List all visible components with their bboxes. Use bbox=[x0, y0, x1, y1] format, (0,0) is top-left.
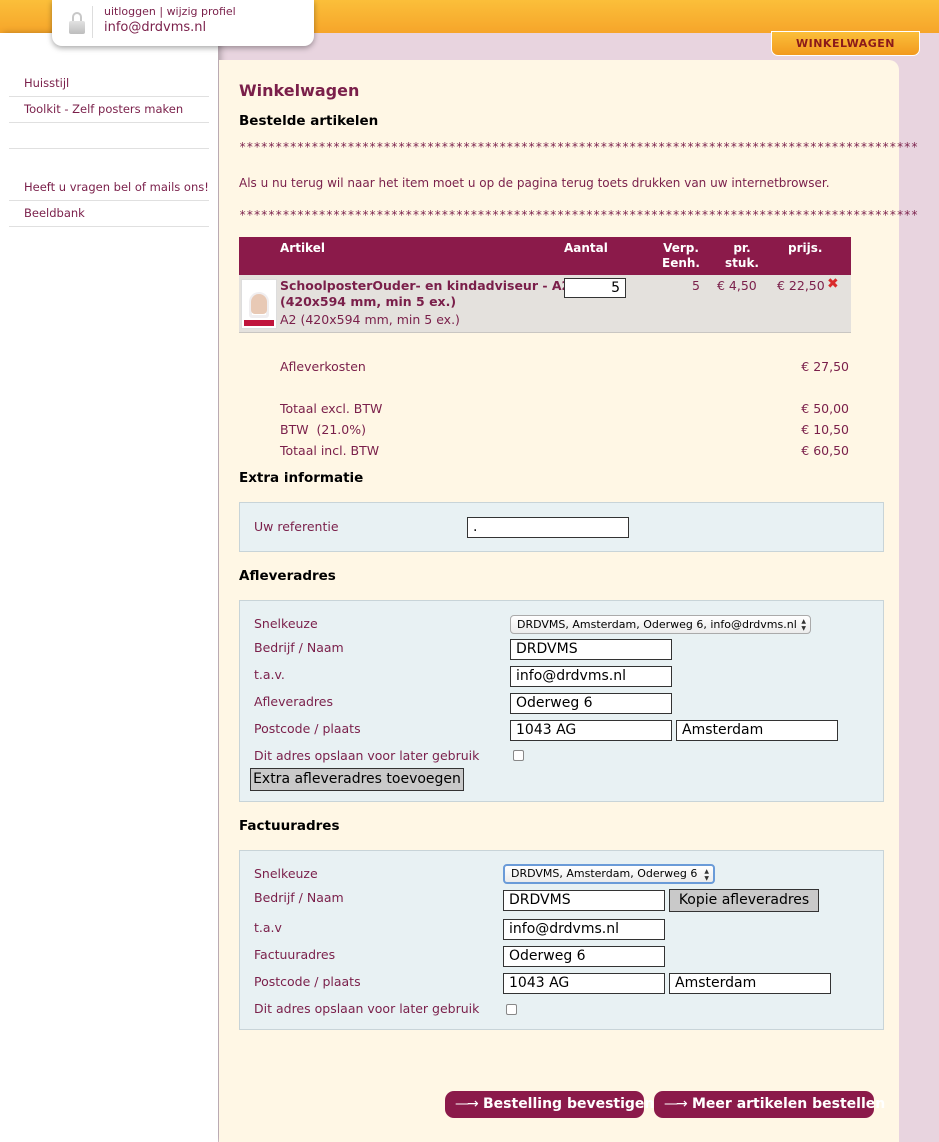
link-separator: | bbox=[159, 5, 164, 18]
billing-postcode-input[interactable]: 1043 AG bbox=[503, 973, 665, 994]
delivery-attn-input[interactable]: info@drdvms.nl bbox=[510, 666, 672, 687]
table-header: Artikel Aantal Verp. Eenh. pr. stuk. pri… bbox=[239, 237, 851, 275]
header-unit-line1: Verp. bbox=[663, 241, 699, 255]
add-delivery-address-button[interactable]: Extra afleveradres toevoegen bbox=[250, 768, 464, 791]
select-arrows-icon: ▲ ▼ bbox=[704, 868, 709, 882]
billing-city-input[interactable]: Amsterdam bbox=[669, 973, 831, 994]
delivery-save-checkbox[interactable] bbox=[513, 750, 524, 761]
header-quantity: Aantal bbox=[564, 241, 608, 255]
user-email: info@drdvms.nl bbox=[104, 20, 207, 35]
delivery-quick-label: Snelkeuze bbox=[254, 616, 318, 631]
total-excl-value: € 50,00 bbox=[801, 401, 849, 416]
delivery-city-input[interactable]: Amsterdam bbox=[676, 720, 838, 741]
total-incl-label: Totaal incl. BTW bbox=[280, 443, 380, 458]
remove-icon[interactable]: ✖ bbox=[827, 276, 839, 292]
header-unit: Verp. Eenh. bbox=[659, 241, 703, 271]
quantity-input[interactable]: 5 bbox=[564, 278, 626, 298]
billing-quick-value: DRDVMS, Amsterdam, Oderweg 6 bbox=[511, 867, 698, 880]
confirm-order-button[interactable]: —→ Bestelling bevestigen bbox=[445, 1091, 654, 1118]
back-note: Als u nu terug wil naar het item moet u … bbox=[239, 176, 830, 190]
billing-company-label: Bedrijf / Naam bbox=[254, 890, 344, 905]
confirm-order-label: Bestelling bevestigen bbox=[483, 1096, 655, 1112]
edit-profile-link[interactable]: wijzig profiel bbox=[167, 5, 236, 18]
delivery-company-input[interactable]: DRDVMS bbox=[510, 639, 672, 660]
delivery-address-label: Afleveradres bbox=[254, 694, 334, 709]
order-more-button[interactable]: —→ Meer artikelen bestellen bbox=[654, 1091, 885, 1118]
logout-link[interactable]: uitloggen bbox=[104, 5, 156, 18]
billing-save-label: Dit adres opslaan voor later gebruik bbox=[254, 1001, 480, 1016]
extra-info-box: Uw referentie . bbox=[239, 502, 884, 552]
vat-label: BTW (21.0%) bbox=[280, 422, 366, 437]
delivery-attn-label: t.a.v. bbox=[254, 667, 285, 682]
header-total: prijs. bbox=[788, 241, 823, 255]
total-excl-label: Totaal excl. BTW bbox=[280, 401, 383, 416]
reference-label: Uw referentie bbox=[254, 519, 339, 534]
header-article: Artikel bbox=[280, 241, 325, 255]
billing-quick-select[interactable]: DRDVMS, Amsterdam, Oderweg 6 ▲ ▼ bbox=[503, 864, 715, 884]
sidebar-item-huisstijl[interactable]: Huisstijl bbox=[9, 71, 209, 97]
delivery-address-input[interactable]: Oderweg 6 bbox=[510, 693, 672, 714]
billing-form: Snelkeuze DRDVMS, Amsterdam, Oderweg 6 ▲… bbox=[239, 850, 884, 1030]
billing-postcode-label: Postcode / plaats bbox=[254, 974, 361, 989]
stars-divider: ****************************************… bbox=[239, 208, 919, 222]
delivery-company-label: Bedrijf / Naam bbox=[254, 640, 344, 655]
header-price-line2: stuk. bbox=[725, 256, 759, 270]
price-total: € 22,50 bbox=[777, 278, 825, 293]
product-name[interactable]: SchoolposterOuder- en kindadviseur - A2 … bbox=[280, 278, 570, 310]
unit-value: 5 bbox=[692, 278, 700, 293]
product-name-line2: (420x594 mm, min 5 ex.) bbox=[280, 294, 457, 309]
copy-delivery-address-button[interactable]: Kopie afleveradres bbox=[669, 889, 819, 912]
billing-attn-label: t.a.v bbox=[254, 920, 282, 935]
delivery-postcode-input[interactable]: 1043 AG bbox=[510, 720, 672, 741]
stars-divider: ****************************************… bbox=[239, 140, 919, 154]
order-more-label: Meer artikelen bestellen bbox=[692, 1096, 886, 1112]
billing-save-checkbox[interactable] bbox=[506, 1004, 517, 1015]
header-price-line1: pr. bbox=[733, 241, 751, 255]
extra-info-heading: Extra informatie bbox=[239, 470, 364, 486]
lock-icon bbox=[69, 12, 85, 34]
sidebar-item-contact[interactable]: Heeft u vragen bel of mails ons! bbox=[9, 175, 209, 201]
right-margin bbox=[898, 33, 939, 1142]
delivery-save-label: Dit adres opslaan voor later gebruik bbox=[254, 748, 480, 763]
page-title: Winkelwagen bbox=[239, 81, 360, 100]
vat-value: € 10,50 bbox=[801, 422, 849, 437]
sidebar: Huisstijl Toolkit - Zelf posters maken H… bbox=[0, 33, 218, 1142]
delivery-postcode-label: Postcode / plaats bbox=[254, 721, 361, 736]
delivery-quick-value: DRDVMS, Amsterdam, Oderweg 6, info@drdvm… bbox=[517, 618, 797, 631]
billing-company-input[interactable]: DRDVMS bbox=[503, 890, 665, 911]
billing-attn-input[interactable]: info@drdvms.nl bbox=[503, 919, 665, 940]
delivery-quick-select[interactable]: DRDVMS, Amsterdam, Oderweg 6, info@drdvm… bbox=[510, 615, 811, 634]
reference-input[interactable]: . bbox=[467, 517, 629, 538]
billing-quick-label: Snelkeuze bbox=[254, 866, 318, 881]
sidebar-item-toolkit[interactable]: Toolkit - Zelf posters maken bbox=[9, 97, 209, 123]
billing-address-input[interactable]: Oderweg 6 bbox=[503, 946, 665, 967]
arrow-right-icon: —→ bbox=[455, 1096, 479, 1112]
sidebar-item-spacer bbox=[9, 123, 209, 149]
header-unit-line2: Eenh. bbox=[662, 256, 700, 270]
ordered-heading: Bestelde artikelen bbox=[239, 113, 379, 129]
delivery-cost-value: € 27,50 bbox=[801, 359, 849, 374]
select-arrows-icon: ▲ ▼ bbox=[801, 618, 806, 632]
billing-address-label: Factuuradres bbox=[254, 947, 336, 962]
delivery-heading: Afleveradres bbox=[239, 568, 336, 584]
price-each: € 4,50 bbox=[717, 278, 757, 293]
arrow-right-icon: —→ bbox=[664, 1096, 688, 1112]
account-links: uitloggen | wijzig profiel bbox=[104, 5, 236, 18]
product-subtitle: A2 (420x594 mm, min 5 ex.) bbox=[280, 312, 460, 327]
product-name-line1: SchoolposterOuder- en kindadviseur - A2 bbox=[280, 278, 571, 293]
divider bbox=[92, 6, 93, 38]
header-price-each: pr. stuk. bbox=[724, 241, 760, 271]
product-thumbnail[interactable] bbox=[241, 279, 277, 329]
delivery-cost-label: Afleverkosten bbox=[280, 359, 366, 374]
login-box: uitloggen | wijzig profiel info@drdvms.n… bbox=[52, 0, 314, 46]
delivery-form: Snelkeuze DRDVMS, Amsterdam, Oderweg 6, … bbox=[239, 600, 884, 802]
billing-heading: Factuuradres bbox=[239, 818, 340, 834]
table-row: SchoolposterOuder- en kindadviseur - A2 … bbox=[239, 275, 851, 333]
total-incl-value: € 60,50 bbox=[801, 443, 849, 458]
sidebar-item-beeldbank[interactable]: Beeldbank bbox=[9, 201, 209, 227]
tab-winkelwagen[interactable]: WINKELWAGEN bbox=[771, 31, 920, 56]
